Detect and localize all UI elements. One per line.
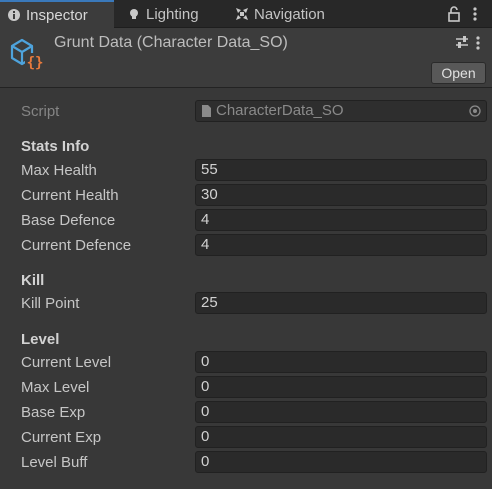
base-exp-input[interactable]: 0 xyxy=(195,401,487,423)
field-row-current-level: Current Level 0 xyxy=(0,351,492,375)
settings-sliders-icon[interactable] xyxy=(454,34,470,50)
field-label: Max Health xyxy=(21,162,97,179)
section-title-kill: Kill xyxy=(21,272,45,289)
more-options-icon[interactable] xyxy=(473,34,483,52)
field-label: Base Exp xyxy=(21,404,86,421)
script-value: CharacterData_SO xyxy=(216,102,344,119)
max-health-input[interactable]: 55 xyxy=(195,159,487,181)
field-row-base-defence: Base Defence 4 xyxy=(0,209,492,233)
tab-label: Inspector xyxy=(26,6,88,24)
field-label: Max Level xyxy=(21,379,90,396)
current-level-input[interactable]: 0 xyxy=(195,351,487,373)
script-file-icon xyxy=(202,105,211,117)
info-icon xyxy=(8,9,20,21)
section-title-level: Level xyxy=(21,331,60,348)
field-row-max-level: Max Level 0 xyxy=(0,376,492,400)
field-label: Current Health xyxy=(21,187,119,204)
base-defence-input[interactable]: 4 xyxy=(195,209,487,231)
inspector-content: Script CharacterData_SO Stats Info Max H… xyxy=(0,89,492,489)
section-title-stats: Stats Info xyxy=(21,138,90,155)
tab-inspector[interactable]: Inspector xyxy=(0,0,114,28)
field-row-level-buff: Level Buff 0 xyxy=(0,451,492,475)
open-button[interactable]: Open xyxy=(431,62,486,84)
scriptable-object-icon: {} xyxy=(10,38,45,71)
field-row-current-health: Current Health 30 xyxy=(0,184,492,208)
script-object-field: CharacterData_SO xyxy=(195,100,487,122)
tab-label: Lighting xyxy=(146,5,199,23)
field-label: Current Level xyxy=(21,354,112,371)
inspector-header: {} Grunt Data (Character Data_SO) Open xyxy=(0,28,492,88)
field-label: Kill Point xyxy=(21,295,80,312)
navigation-icon xyxy=(236,8,248,20)
kill-point-input[interactable]: 25 xyxy=(195,292,487,314)
svg-text:{}: {} xyxy=(27,55,44,71)
tab-bar: Inspector Lighting Navigation xyxy=(0,0,492,28)
current-exp-input[interactable]: 0 xyxy=(195,426,487,448)
field-row-base-exp: Base Exp 0 xyxy=(0,401,492,425)
field-label: Current Exp xyxy=(21,429,102,446)
field-row-current-defence: Current Defence 4 xyxy=(0,234,492,258)
lightbulb-icon xyxy=(130,9,138,19)
field-row-kill-point: Kill Point 25 xyxy=(0,292,492,316)
tab-lighting[interactable]: Lighting xyxy=(120,0,207,28)
field-row-max-health: Max Health 55 xyxy=(0,159,492,183)
field-row-current-exp: Current Exp 0 xyxy=(0,426,492,450)
script-row: Script CharacterData_SO xyxy=(0,100,492,124)
asset-title: Grunt Data (Character Data_SO) xyxy=(54,34,288,51)
max-level-input[interactable]: 0 xyxy=(195,376,487,398)
object-picker-icon xyxy=(469,105,481,117)
tab-navigation[interactable]: Navigation xyxy=(228,0,333,28)
level-buff-input[interactable]: 0 xyxy=(195,451,487,473)
more-options-icon[interactable] xyxy=(470,5,480,23)
field-label: Current Defence xyxy=(21,237,132,254)
lock-icon[interactable] xyxy=(447,5,461,23)
script-label: Script xyxy=(21,103,60,120)
current-health-input[interactable]: 30 xyxy=(195,184,487,206)
tab-label: Navigation xyxy=(254,5,325,23)
field-label: Base Defence xyxy=(21,212,116,229)
current-defence-input[interactable]: 4 xyxy=(195,234,487,256)
field-label: Level Buff xyxy=(21,454,88,471)
